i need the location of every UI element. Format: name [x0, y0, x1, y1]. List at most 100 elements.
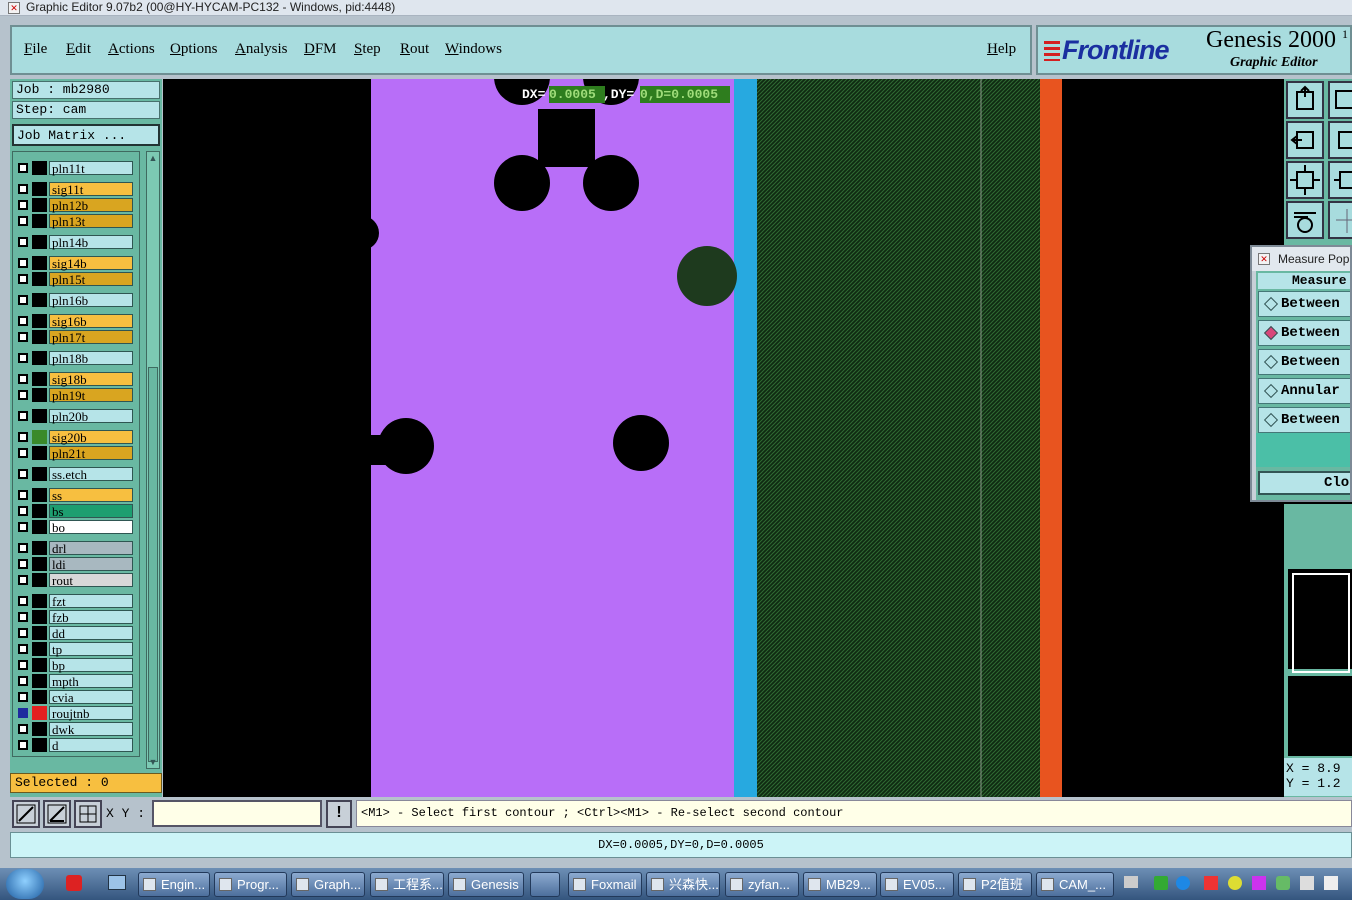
job-matrix-button[interactable]: Job Matrix ... — [12, 124, 160, 146]
layer-color-swatch[interactable] — [32, 388, 47, 402]
menu-file[interactable]: File — [24, 41, 47, 58]
layer-color-swatch[interactable] — [32, 626, 47, 640]
layer-checkbox[interactable] — [18, 432, 28, 442]
layer-row-sig14b[interactable]: sig14b — [15, 256, 133, 270]
layer-row-fzt[interactable]: fzt — [15, 594, 133, 608]
menu-analysis[interactable]: Analysis — [235, 41, 288, 58]
measure-option-between[interactable]: Between — [1258, 320, 1350, 346]
layer-name[interactable]: rout — [49, 573, 133, 587]
layer-checkbox[interactable] — [18, 411, 28, 421]
layer-row-pln11t[interactable]: pln11t — [15, 161, 133, 175]
layer-checkbox[interactable] — [18, 163, 28, 173]
layer-name[interactable]: dwk — [49, 722, 133, 736]
radio-diamond-icon[interactable] — [1263, 412, 1279, 428]
taskbar-pin-icon[interactable] — [530, 872, 560, 897]
layer-checkbox[interactable] — [18, 692, 28, 702]
taskbar-item[interactable]: Foxmail — [568, 872, 642, 897]
layer-row-pln19t[interactable]: pln19t — [15, 388, 133, 402]
layer-checkbox[interactable] — [18, 543, 28, 553]
menu-rout[interactable]: Rout — [400, 41, 429, 58]
layer-color-swatch[interactable] — [32, 610, 47, 624]
layer-row-pln18b[interactable]: pln18b — [15, 351, 133, 365]
measure-option-between[interactable]: Between — [1258, 349, 1350, 375]
taskbar-item[interactable]: Engin... — [138, 872, 210, 897]
keyboard-icon[interactable] — [1124, 876, 1138, 888]
graphic-canvas[interactable]: DX= 0.0005 ,DY= 0,D=0.0005 — [163, 79, 1062, 797]
layer-checkbox[interactable] — [18, 274, 28, 284]
layer-color-swatch[interactable] — [32, 314, 47, 328]
alert-button[interactable]: ! — [326, 800, 352, 828]
scroll-thumb[interactable] — [148, 367, 158, 762]
layer-name[interactable]: pln12b — [49, 198, 133, 212]
taskbar-item[interactable]: zyfan... — [725, 872, 799, 897]
radio-diamond-icon[interactable] — [1263, 296, 1279, 312]
layer-color-swatch[interactable] — [32, 706, 47, 720]
layer-color-swatch[interactable] — [32, 272, 47, 286]
layer-color-swatch[interactable] — [32, 198, 47, 212]
taskbar-item[interactable]: 工程系... — [370, 872, 444, 897]
snap-tool-button[interactable] — [1286, 201, 1324, 239]
pcb-view[interactable]: DX= 0.0005 ,DY= 0,D=0.0005 — [163, 79, 1062, 797]
layer-color-swatch[interactable] — [32, 430, 47, 444]
scroll-down-icon[interactable]: ▼ — [148, 757, 158, 767]
taskbar-item[interactable]: EV05... — [880, 872, 954, 897]
zoom-fit-button[interactable] — [1328, 161, 1352, 199]
layer-name[interactable]: sig14b — [49, 256, 133, 270]
layer-color-swatch[interactable] — [32, 467, 47, 481]
layer-name[interactable]: fzb — [49, 610, 133, 624]
layer-checkbox[interactable] — [18, 612, 28, 622]
layer-row-pln14b[interactable]: pln14b — [15, 235, 133, 249]
menu-options[interactable]: Options — [170, 41, 218, 58]
layer-name[interactable]: pln19t — [49, 388, 133, 402]
layer-name[interactable]: ss.etch — [49, 467, 133, 481]
taskbar-item[interactable]: Genesis — [448, 872, 524, 897]
layer-color-swatch[interactable] — [32, 372, 47, 386]
layer-color-swatch[interactable] — [32, 642, 47, 656]
layer-color-swatch[interactable] — [32, 235, 47, 249]
layer-row-tp[interactable]: tp — [15, 642, 133, 656]
layer-row-sig11t[interactable]: sig11t — [15, 182, 133, 196]
menu-help[interactable]: Help — [987, 41, 1016, 58]
layer-color-swatch[interactable] — [32, 214, 47, 228]
layer-row-pln13t[interactable]: pln13t — [15, 214, 133, 228]
measure-tool-button[interactable] — [43, 800, 71, 828]
fit-view-button[interactable] — [1286, 161, 1324, 199]
layer-name[interactable]: pln16b — [49, 293, 133, 307]
layer-name[interactable]: roujtnb — [49, 706, 133, 720]
layer-checkbox[interactable] — [18, 676, 28, 686]
layer-row-pln21t[interactable]: pln21t — [15, 446, 133, 460]
layer-checkbox[interactable] — [18, 660, 28, 670]
layer-row-dwk[interactable]: dwk — [15, 722, 133, 736]
layer-name[interactable]: sig11t — [49, 182, 133, 196]
layer-checkbox[interactable] — [18, 200, 28, 210]
grid-tool-button[interactable] — [1328, 201, 1352, 239]
layer-row-bp[interactable]: bp — [15, 658, 133, 672]
layer-name[interactable]: pln15t — [49, 272, 133, 286]
layer-name[interactable]: sig20b — [49, 430, 133, 444]
pan-right-button[interactable] — [1328, 121, 1352, 159]
layer-checkbox[interactable] — [18, 374, 28, 384]
taskbar-item[interactable]: CAM_... — [1036, 872, 1114, 897]
layer-checkbox[interactable] — [18, 740, 28, 750]
measure-close-button[interactable]: Clo — [1258, 471, 1350, 495]
layer-row-mpth[interactable]: mpth — [15, 674, 133, 688]
layer-name[interactable]: ss — [49, 488, 133, 502]
layer-checkbox[interactable] — [18, 316, 28, 326]
layer-checkbox[interactable] — [18, 216, 28, 226]
zoom-home-button[interactable] — [1286, 81, 1324, 119]
layer-row-ss[interactable]: ss — [15, 488, 133, 502]
layer-name[interactable]: cvia — [49, 690, 133, 704]
layer-row-sig18b[interactable]: sig18b — [15, 372, 133, 386]
layer-name[interactable]: pln13t — [49, 214, 133, 228]
layer-name[interactable]: bs — [49, 504, 133, 518]
start-button[interactable] — [6, 869, 44, 899]
radio-diamond-icon[interactable] — [1263, 354, 1279, 370]
layer-color-swatch[interactable] — [32, 722, 47, 736]
layer-checkbox[interactable] — [18, 448, 28, 458]
layer-row-pln12b[interactable]: pln12b — [15, 198, 133, 212]
layer-name[interactable]: d — [49, 738, 133, 752]
radio-diamond-icon[interactable] — [1263, 325, 1279, 341]
layer-row-dd[interactable]: dd — [15, 626, 133, 640]
close-icon[interactable]: ✕ — [1258, 253, 1270, 265]
layer-checkbox[interactable] — [18, 490, 28, 500]
